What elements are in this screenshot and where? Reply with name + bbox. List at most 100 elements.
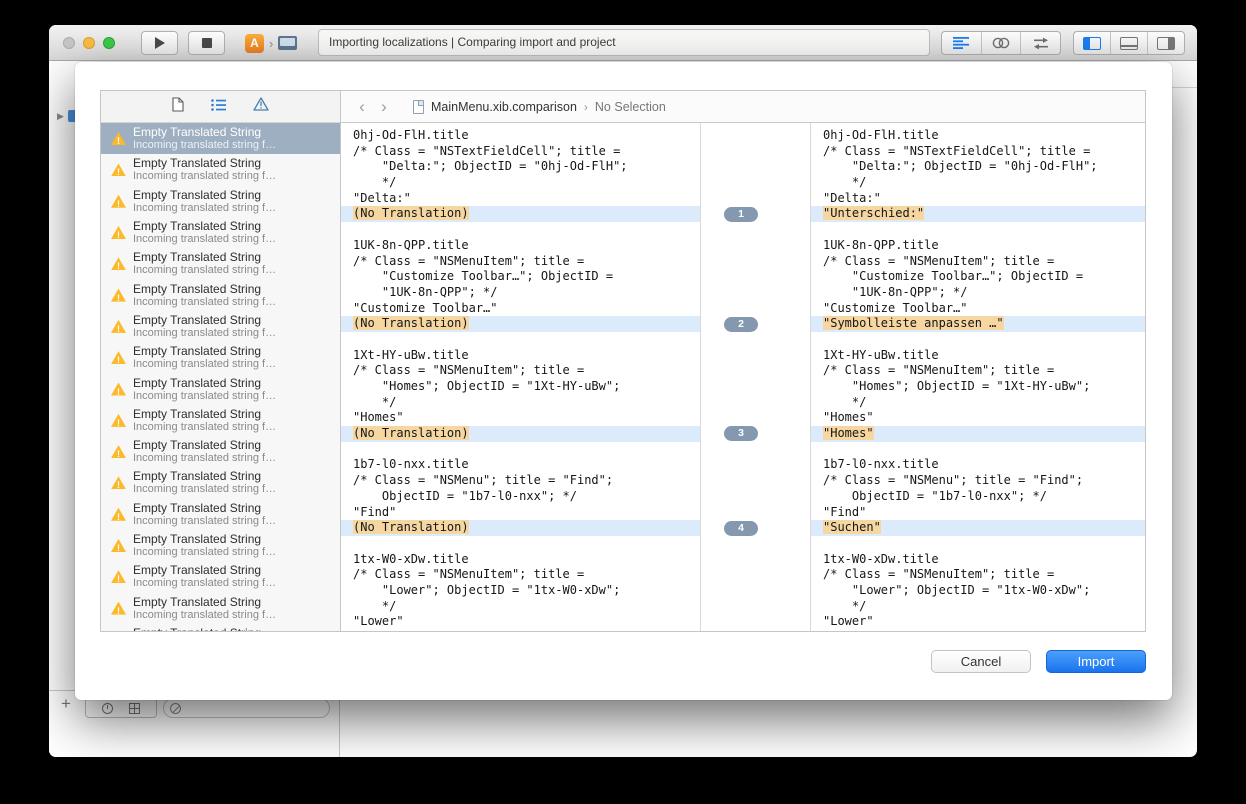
gutter-row (701, 285, 810, 301)
forward-button[interactable]: › (373, 92, 395, 122)
code-line: 1UK-8n-QPP.title (811, 238, 1145, 254)
code-line: "Homes"; ObjectID = "1Xt-HY-uBw"; (811, 379, 1145, 395)
issue-list-item[interactable]: Empty Translated StringIncoming translat… (101, 373, 340, 404)
code-line (811, 222, 1145, 238)
issue-list-item[interactable]: Empty Translated StringIncoming translat… (101, 154, 340, 185)
issue-list-item[interactable]: Empty Translated StringIncoming translat… (101, 186, 340, 217)
minimize-button[interactable] (83, 37, 95, 49)
diff-change-badge[interactable]: 1 (724, 207, 758, 222)
gutter-row (701, 348, 810, 364)
issue-list-item[interactable]: Empty Translated StringIncoming translat… (101, 530, 340, 561)
warning-icon (111, 195, 126, 208)
jumpbar-file-name[interactable]: MainMenu.xib.comparison (431, 100, 577, 114)
code-line: "Customize Toolbar…" (341, 301, 700, 317)
issue-subtitle: Incoming translated string f… (133, 233, 276, 246)
issue-list-item[interactable]: Empty Translated StringIncoming translat… (101, 248, 340, 279)
version-editor-button[interactable] (1020, 32, 1060, 54)
issues-sidebar: Empty Translated StringIncoming translat… (101, 91, 341, 631)
scheme-selector[interactable]: A › (245, 33, 297, 53)
flat-view-icon[interactable] (129, 703, 140, 714)
diff-change-badge[interactable]: 3 (724, 426, 758, 441)
code-line: /* Class = "NSMenuItem"; title = (811, 254, 1145, 270)
editor-divider-line (1172, 87, 1197, 88)
warning-outline-icon (253, 97, 269, 111)
cancel-button[interactable]: Cancel (931, 650, 1031, 673)
changed-code-line: (No Translation) (341, 520, 700, 536)
run-button[interactable] (141, 31, 178, 55)
issue-list-item[interactable]: Empty Translated StringIncoming translat… (101, 624, 340, 631)
issue-list-item[interactable]: Empty Translated StringIncoming translat… (101, 436, 340, 467)
changed-token: (No Translation) (353, 426, 469, 440)
issue-subtitle: Incoming translated string f… (133, 139, 276, 152)
diff-gutter: 1 2 3 4 (701, 123, 811, 631)
warning-icon (111, 257, 126, 270)
list-tab[interactable] (211, 98, 226, 116)
back-button[interactable]: ‹ (351, 92, 373, 122)
diff-change-badge[interactable]: 4 (724, 521, 758, 536)
issue-list-item[interactable]: Empty Translated StringIncoming translat… (101, 499, 340, 530)
gutter-row (701, 191, 810, 207)
issue-title: Empty Translated String (133, 313, 276, 327)
issue-list-item[interactable]: Empty Translated StringIncoming translat… (101, 123, 340, 154)
document-icon (172, 97, 184, 112)
code-line: /* Class = "NSMenuItem"; title = (341, 363, 700, 379)
changed-token: "Suchen" (823, 520, 881, 534)
diff-left-column: 0hj-Od-FlH.title/* Class = "NSTextFieldC… (341, 123, 701, 631)
standard-editor-button[interactable] (942, 32, 981, 54)
stop-button[interactable] (188, 31, 225, 55)
diff-view[interactable]: 0hj-Od-FlH.title/* Class = "NSTextFieldC… (341, 123, 1145, 631)
warning-icon (111, 163, 126, 176)
standard-editor-icon (953, 37, 969, 49)
device-monitor-icon (278, 36, 297, 50)
issue-list-item[interactable]: Empty Translated StringIncoming translat… (101, 311, 340, 342)
activity-viewer: Importing localizations | Comparing impo… (318, 29, 930, 56)
gutter-row (701, 379, 810, 395)
diff-right-column: 0hj-Od-FlH.title/* Class = "NSTextFieldC… (811, 123, 1145, 631)
code-line: /* Class = "NSMenuItem"; title = (811, 363, 1145, 379)
debug-area-toggle[interactable] (1110, 32, 1147, 54)
code-line: "Find" (811, 505, 1145, 521)
code-line: */ (341, 395, 700, 411)
app-scheme-icon: A (245, 34, 264, 53)
sidebar-tab-bar (101, 91, 340, 123)
gutter-row: 1 (701, 206, 810, 222)
code-line: /* Class = "NSMenuItem"; title = (811, 567, 1145, 583)
add-button[interactable]: + (61, 694, 71, 714)
issue-list-item[interactable]: Empty Translated StringIncoming translat… (101, 405, 340, 436)
left-panel-icon (1083, 37, 1101, 50)
assistant-editor-button[interactable] (981, 32, 1021, 54)
issue-list-item[interactable]: Empty Translated StringIncoming translat… (101, 217, 340, 248)
code-line: 1UK-8n-QPP.title (341, 238, 700, 254)
issue-list-item[interactable]: Empty Translated StringIncoming translat… (101, 467, 340, 498)
gutter-row (701, 332, 810, 348)
issue-list-item[interactable]: Empty Translated StringIncoming translat… (101, 592, 340, 623)
code-line: 0hj-Od-FlH.title (341, 128, 700, 144)
code-line: "Customize Toolbar…"; ObjectID = (341, 269, 700, 285)
issue-list-item[interactable]: Empty Translated StringIncoming translat… (101, 279, 340, 310)
code-line: "1UK-8n-QPP"; */ (811, 285, 1145, 301)
import-button[interactable]: Import (1046, 650, 1146, 673)
issue-title: Empty Translated String (133, 219, 276, 233)
recent-files-icon[interactable] (102, 703, 113, 714)
gutter-row (701, 395, 810, 411)
diff-change-badge[interactable]: 2 (724, 317, 758, 332)
navigator-panel-toggle[interactable] (1074, 32, 1110, 54)
close-button[interactable] (63, 37, 75, 49)
zoom-button[interactable] (103, 37, 115, 49)
warnings-tab[interactable] (253, 97, 269, 116)
jumpbar-selection[interactable]: No Selection (595, 100, 666, 114)
import-localization-sheet: Empty Translated StringIncoming translat… (75, 62, 1172, 700)
issue-subtitle: Incoming translated string f… (133, 358, 276, 371)
filter-field[interactable] (163, 698, 330, 718)
issue-list-item[interactable]: Empty Translated StringIncoming translat… (101, 342, 340, 373)
list-icon (211, 99, 226, 111)
code-line: /* Class = "NSMenuItem"; title = (341, 567, 700, 583)
code-line: */ (341, 175, 700, 191)
inspector-panel-toggle[interactable] (1147, 32, 1184, 54)
disclosure-triangle-icon[interactable]: ▶ (57, 111, 64, 122)
issue-list[interactable]: Empty Translated StringIncoming translat… (101, 123, 340, 631)
panel-toggle-group (1073, 31, 1185, 55)
file-tab[interactable] (172, 97, 184, 117)
issue-list-item[interactable]: Empty Translated StringIncoming translat… (101, 561, 340, 592)
gutter-row: 4 (701, 520, 810, 536)
